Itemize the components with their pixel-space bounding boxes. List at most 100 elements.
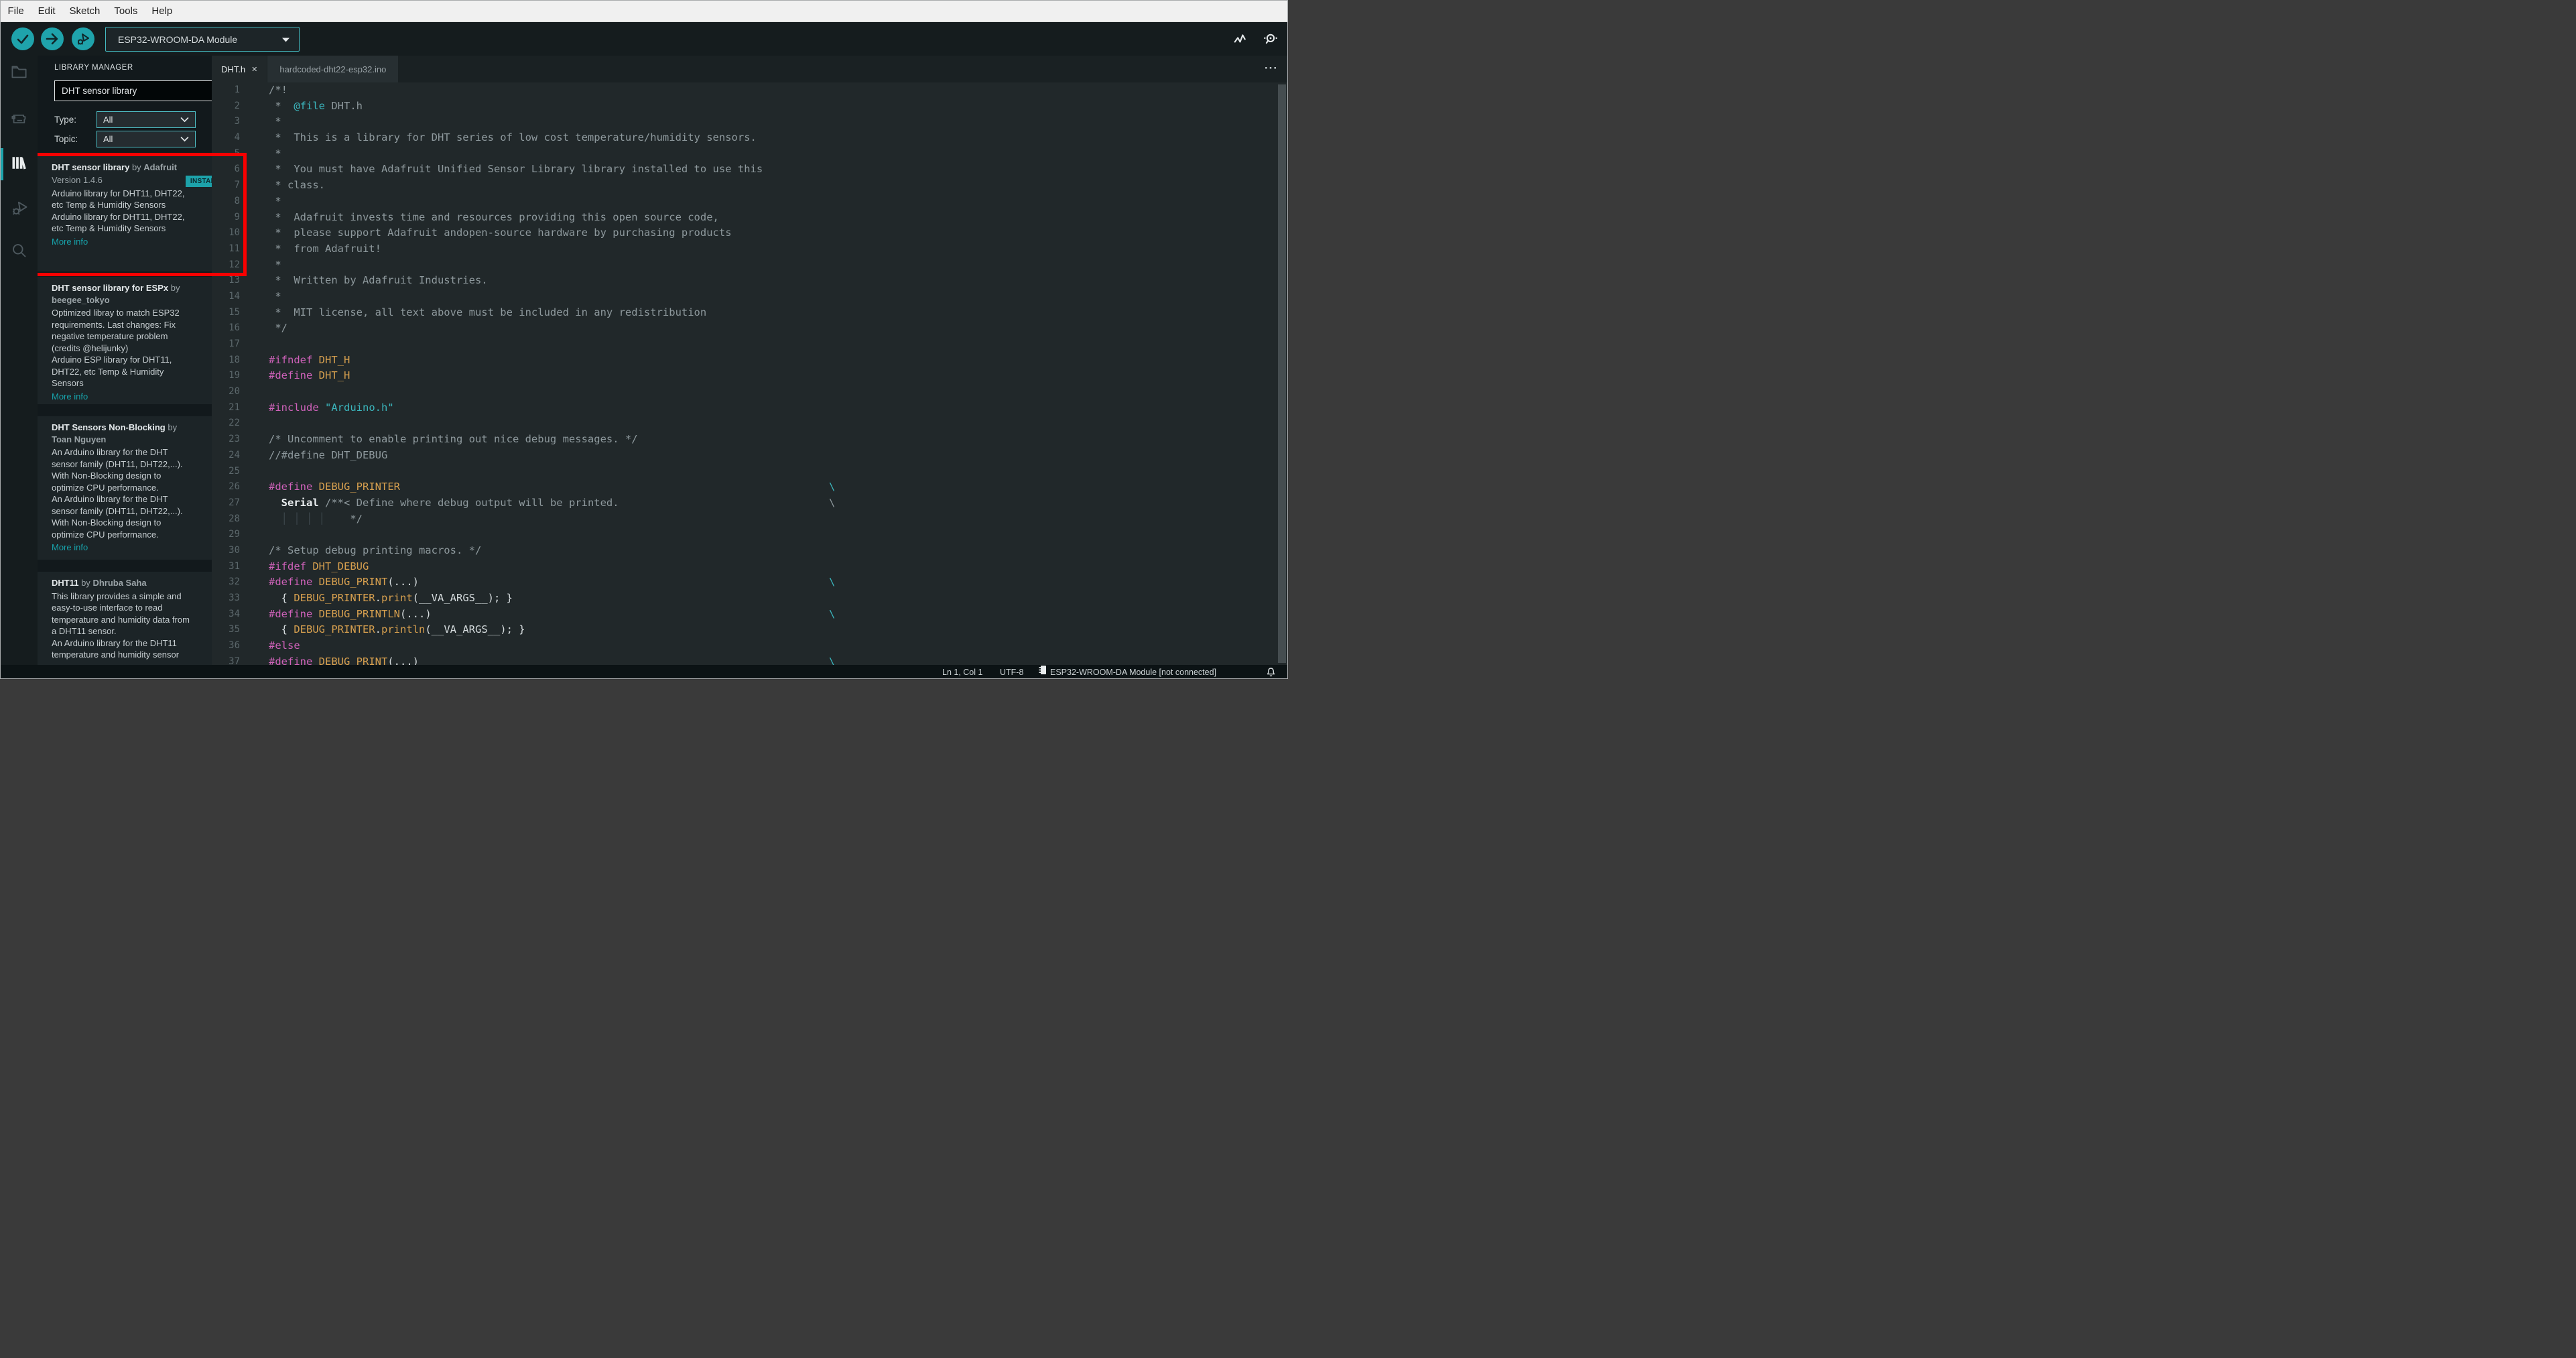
line-number: 35 xyxy=(229,624,240,635)
code-line: 37 #define DEBUG_PRINT(...) \ xyxy=(212,654,1287,665)
code-line: 33 { DEBUG_PRINTER.print(__VA_ARGS__); } xyxy=(212,591,1287,607)
bug-icon xyxy=(10,198,29,221)
line-number: 10 xyxy=(229,227,240,239)
board-selector-label: ESP32-WROOM-DA Module xyxy=(118,34,238,45)
line-number: 31 xyxy=(229,560,240,572)
sidebar-item-sketchbook[interactable] xyxy=(1,56,38,92)
code-line: 28 │ │ │ │ */ xyxy=(212,511,1287,528)
line-number: 11 xyxy=(229,243,240,254)
library-item-title: DHT sensor library by Adafruit xyxy=(52,162,178,172)
line-number: 16 xyxy=(229,322,240,334)
line-number: 13 xyxy=(229,275,240,286)
menu-sketch[interactable]: Sketch xyxy=(62,1,107,22)
verify-button[interactable] xyxy=(11,27,34,50)
line-number: 29 xyxy=(229,529,240,540)
code-line: 25 xyxy=(212,464,1287,480)
code-line: 1/*! xyxy=(212,82,1287,99)
code-line: 32 #define DEBUG_PRINT(...) \ xyxy=(212,574,1287,591)
encoding[interactable]: UTF-8 xyxy=(1000,665,1023,678)
toolbar: ESP32-WROOM-DA Module xyxy=(1,22,1287,56)
line-number: 23 xyxy=(229,434,240,445)
tab-hardcoded-dht22-esp32-ino[interactable]: hardcoded-dht22-esp32.ino xyxy=(267,56,399,82)
debug-play-icon xyxy=(75,31,91,47)
filter-selected-value: All xyxy=(103,115,113,125)
serial-monitor-icon[interactable] xyxy=(1262,32,1279,49)
more-info-link[interactable]: More info xyxy=(52,236,235,248)
chevron-down-icon xyxy=(180,114,189,126)
status-board[interactable]: ESP32-WROOM-DA Module [not connected] xyxy=(1039,665,1217,678)
code-line: 13 * Written by Adafruit Industries. xyxy=(212,273,1287,289)
filter-select-type[interactable]: All xyxy=(96,111,196,128)
check-icon xyxy=(15,31,31,47)
code-line: 20 xyxy=(212,384,1287,400)
menu-file[interactable]: File xyxy=(1,1,31,22)
board-selector[interactable]: ESP32-WROOM-DA Module xyxy=(105,27,300,52)
search-icon xyxy=(10,241,28,263)
menu-bar: File Edit Sketch Tools Help xyxy=(1,1,1287,22)
line-number: 36 xyxy=(229,640,240,652)
code-line: 11 * from Adafruit! xyxy=(212,241,1287,257)
code-line: 35 { DEBUG_PRINTER.println(__VA_ARGS__);… xyxy=(212,622,1287,638)
line-number: 25 xyxy=(229,465,240,477)
sidebar-item-library-manager[interactable] xyxy=(1,146,38,182)
code-line: 19 #define DHT_H xyxy=(212,368,1287,384)
status-board-label: ESP32-WROOM-DA Module [not connected] xyxy=(1050,668,1217,677)
folder-icon xyxy=(10,63,28,84)
code-line: 15 * MIT license, all text above must be… xyxy=(212,305,1287,321)
line-number: 4 xyxy=(234,132,240,143)
cursor-position[interactable]: Ln 1, Col 1 xyxy=(942,665,982,678)
line-number: 26 xyxy=(229,481,240,493)
line-number: 18 xyxy=(229,354,240,365)
line-number: 28 xyxy=(229,513,240,524)
code-line: 6 * You must have Adafruit Unified Senso… xyxy=(212,162,1287,178)
books-icon xyxy=(10,153,29,176)
menu-edit[interactable]: Edit xyxy=(31,1,62,22)
filter-row-type: Type: All xyxy=(54,111,196,128)
library-item-description: This library provides a simple and easy-… xyxy=(52,591,190,660)
library-item-title: DHT11 by Dhruba Saha xyxy=(52,578,147,588)
more-info-link[interactable]: More info xyxy=(52,391,235,403)
library-item-title: DHT Sensors Non-Blocking by Toan Nguyen xyxy=(52,422,178,444)
code-line: 34 #define DEBUG_PRINTLN(...) \ xyxy=(212,607,1287,623)
library-item-description: An Arduino library for the DHT sensor fa… xyxy=(52,447,183,540)
close-icon[interactable]: ✕ xyxy=(251,65,257,74)
tab-dht-h[interactable]: DHT.h ✕ xyxy=(212,56,267,82)
active-section-indicator xyxy=(1,148,3,180)
code-line: 27 Serial /**< Define where debug output… xyxy=(212,495,1287,511)
more-info-link[interactable]: More info xyxy=(52,542,235,554)
sidebar-item-search[interactable] xyxy=(1,234,38,270)
more-actions-icon[interactable]: ··· xyxy=(1265,56,1278,82)
upload-button[interactable] xyxy=(41,27,64,50)
menu-tools[interactable]: Tools xyxy=(107,1,145,22)
line-number: 15 xyxy=(229,306,240,318)
start-debugging-button[interactable] xyxy=(72,27,94,50)
code-line: 29 xyxy=(212,527,1287,543)
code-line: 5 * xyxy=(212,146,1287,162)
sidebar-item-boards-manager[interactable] xyxy=(1,103,38,139)
code-line: 23/* Uncomment to enable printing out ni… xyxy=(212,432,1287,448)
library-item-description: Arduino library for DHT11, DHT22, etc Te… xyxy=(52,188,185,234)
code-line: 3 * xyxy=(212,114,1287,130)
line-number: 3 xyxy=(234,116,240,127)
activity-bar xyxy=(1,56,38,665)
code-line: 21 #include "Arduino.h" xyxy=(212,400,1287,416)
code-area[interactable]: 1/*! 2 * @file DHT.h 3 * 4 * This is a libr… xyxy=(212,82,1287,665)
line-number: 9 xyxy=(234,211,240,223)
line-number: 22 xyxy=(229,418,240,429)
line-number: 24 xyxy=(229,449,240,460)
editor-scrollbar[interactable] xyxy=(1278,84,1286,663)
filter-select-topic[interactable]: All xyxy=(96,131,196,147)
notifications-bell-icon[interactable] xyxy=(1266,667,1276,678)
line-number: 19 xyxy=(229,370,240,381)
line-number: 27 xyxy=(229,497,240,508)
code-line: 22 xyxy=(212,416,1287,432)
menu-help[interactable]: Help xyxy=(145,1,180,22)
line-number: 8 xyxy=(234,195,240,206)
line-number: 7 xyxy=(234,180,240,191)
sidebar-item-debug[interactable] xyxy=(1,191,38,227)
tab-label: hardcoded-dht22-esp32.ino xyxy=(279,64,387,74)
line-number: 17 xyxy=(229,338,240,349)
filter-label: Topic: xyxy=(54,134,78,144)
line-number: 2 xyxy=(234,100,240,111)
serial-plotter-icon[interactable] xyxy=(1233,32,1247,49)
